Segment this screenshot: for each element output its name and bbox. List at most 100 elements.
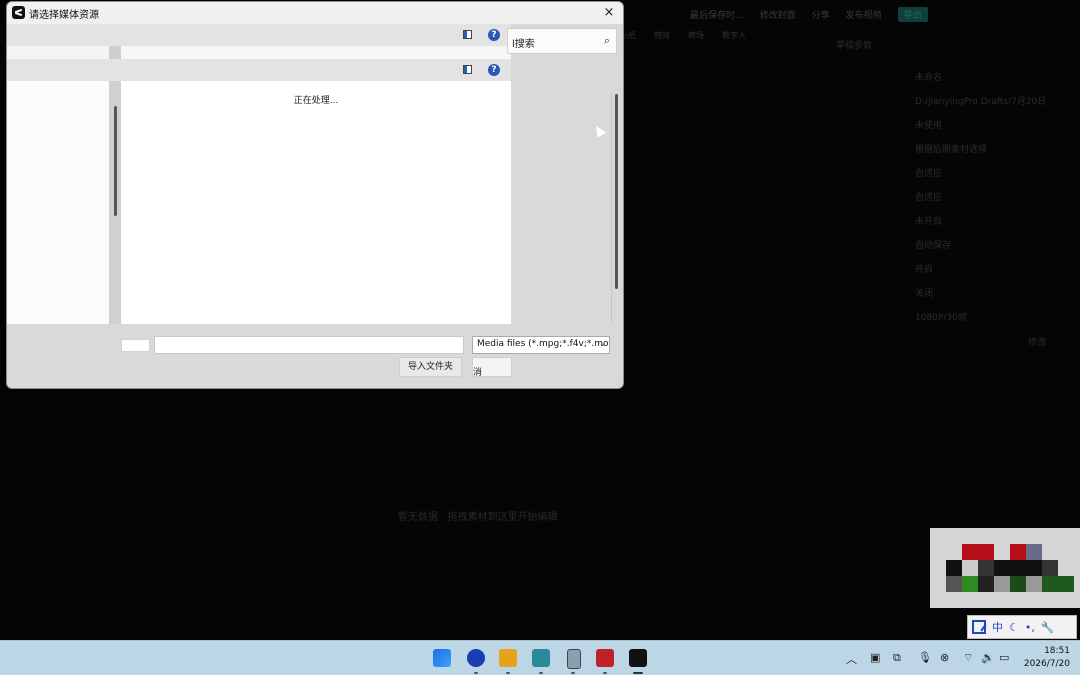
pixel-block: [962, 576, 978, 592]
bg-tool: 数字人: [722, 31, 746, 40]
network-device-icon[interactable]: ⧉: [893, 651, 901, 665]
pixel-block: [994, 576, 1010, 592]
panel-toggle-icon[interactable]: [463, 30, 472, 39]
bg-confirm-button: 修改: [1028, 338, 1047, 348]
bg-list-item: 未命名: [915, 73, 943, 83]
import-folder-button[interactable]: 导入文件夹: [399, 357, 462, 377]
cancel-button[interactable]: 消: [472, 357, 512, 377]
dialog-title: 请选择媒体资源: [29, 10, 99, 21]
clock-time[interactable]: 18:51: [1044, 646, 1070, 656]
right-scrollbar-thumb[interactable]: [615, 94, 618, 289]
clipboard-icon[interactable]: ▣: [870, 651, 880, 664]
bg-list-item: 1080P/30帧: [915, 313, 967, 323]
pixel-block: [962, 560, 978, 576]
row-gap-divider: [109, 46, 121, 59]
toolbar-strip-second: ?: [7, 59, 511, 81]
help-icon[interactable]: ?: [488, 29, 500, 41]
running-indicator: [571, 672, 575, 674]
bg-toolbar-item: 分享: [811, 10, 830, 21]
close-button[interactable]: ×: [600, 4, 618, 22]
bg-toolbar-item: 修改封面: [759, 10, 796, 21]
active-indicator: [633, 672, 643, 674]
bg-list-item: D:/JianyingPro Drafts/7月20日: [915, 97, 1047, 107]
microphone-icon[interactable]: 🎙: [918, 651, 932, 664]
pixel-block: [1026, 576, 1042, 592]
pixel-block: [978, 576, 994, 592]
right-scroll-track: [611, 92, 612, 322]
start-icon[interactable]: [433, 649, 451, 667]
bg-list-item: 根据后期素材选择: [915, 145, 988, 155]
phone-icon[interactable]: [567, 649, 581, 669]
pixel-block: [1042, 560, 1058, 576]
pixel-block: [978, 560, 994, 576]
pixel-block: [1026, 544, 1042, 560]
dialog-footer: [7, 324, 623, 388]
bg-list-item: 开启: [915, 265, 934, 275]
search-input[interactable]: l搜索 ⌕: [507, 28, 617, 54]
bg-toolbar-item: 最后保存时...: [690, 10, 744, 21]
blocked-icon[interactable]: ⊗: [940, 651, 949, 664]
volume-icon[interactable]: 🔉: [981, 651, 995, 664]
bg-list-item: 未开启: [915, 217, 943, 227]
files-icon[interactable]: [499, 649, 517, 667]
ime-check-icon[interactable]: [972, 620, 986, 634]
filename-label-box: [121, 339, 150, 352]
bg-list-item: 自动保存: [915, 241, 952, 251]
search-input-text: l搜索: [512, 39, 535, 50]
left-scrollbar-thumb[interactable]: [114, 106, 117, 216]
panel-toggle-icon[interactable]: [463, 65, 472, 74]
bg-list-item: 自适应: [915, 193, 943, 203]
row-gap-left: [7, 46, 109, 59]
battery-icon[interactable]: ▭: [999, 651, 1009, 664]
capcut-app-icon: [12, 6, 25, 19]
bg-list-item: 关闭: [915, 289, 934, 299]
moon-icon[interactable]: ☾: [1009, 621, 1019, 634]
background-toolbar: 最后保存时... 修改封面 分享 发布视频 导出: [690, 3, 1080, 25]
taskbar: ︿ ▣ ⧉ 🎙 ⊗ ⌔ 🔉 ▭ 18:51 2026/7/20: [0, 640, 1080, 675]
pixel-block: [1010, 544, 1026, 560]
game-icon[interactable]: [596, 649, 614, 667]
processing-status: 正在处理...: [293, 96, 339, 106]
background-tools: 贴纸 特效 转场 数字人: [620, 30, 746, 41]
capcut-icon[interactable]: [629, 649, 647, 667]
bg-property-list: 未命名 D:/JianyingPro Drafts/7月20日 未使用 根据后期…: [915, 70, 1046, 334]
chevron-up-icon[interactable]: ︿: [846, 651, 857, 667]
pixel-block: [946, 576, 962, 592]
pixel-block: [994, 560, 1042, 576]
pixel-block: [962, 544, 994, 560]
chevron-down-icon: ⌄: [599, 339, 606, 348]
running-indicator: [506, 672, 510, 674]
floating-preview-widget[interactable]: [930, 528, 1080, 608]
pixel-block: [1042, 576, 1074, 592]
bg-panel-title: 草稿参数: [836, 41, 873, 51]
screen: 最后保存时... 修改封面 分享 发布视频 导出 贴纸 特效 转场 数字人 草稿…: [0, 0, 1080, 675]
dialog-title-bar[interactable]: 请选择媒体资源 ×: [7, 2, 623, 24]
bg-export-button: 导出: [897, 6, 928, 22]
ime-toolbar[interactable]: 中 ☾ •, 🔧: [967, 615, 1077, 639]
punctuation-icon[interactable]: •,: [1025, 621, 1035, 634]
search-icon[interactable]: ⌕: [604, 34, 610, 48]
clock-date[interactable]: 2026/7/20: [1024, 659, 1070, 669]
pixel-block: [1010, 576, 1026, 592]
browser-icon[interactable]: [467, 649, 485, 667]
bg-tool: 特效: [654, 31, 670, 40]
wrench-icon[interactable]: 🔧: [1041, 621, 1055, 634]
file-type-select[interactable]: Media files (*.mpg;*.f4v;*.mov ⌄: [472, 336, 610, 354]
navigation-pane[interactable]: [7, 81, 109, 324]
running-indicator: [603, 672, 607, 674]
pixel-block: [946, 560, 962, 576]
ime-language-toggle[interactable]: 中: [992, 619, 1003, 635]
toolbar-strip-top: ?: [7, 24, 511, 46]
bg-list-item: 未使用: [915, 121, 943, 131]
bg-toolbar-item: 发布视频: [845, 10, 882, 21]
bg-status-text: 暂无数据 · 拖拽素材到这里开始编辑: [398, 512, 558, 523]
bg-list-item: 自适应: [915, 169, 943, 179]
file-list-pane[interactable]: 正在处理...: [121, 81, 511, 324]
help-icon[interactable]: ?: [488, 64, 500, 76]
filename-input[interactable]: [154, 336, 464, 354]
file-type-value: Media files (*.mpg;*.f4v;*.mov: [477, 339, 610, 349]
notepad-icon[interactable]: [532, 649, 550, 667]
bg-tool: 转场: [688, 31, 704, 40]
wifi-icon[interactable]: ⌔: [963, 651, 973, 665]
running-indicator: [474, 672, 478, 674]
